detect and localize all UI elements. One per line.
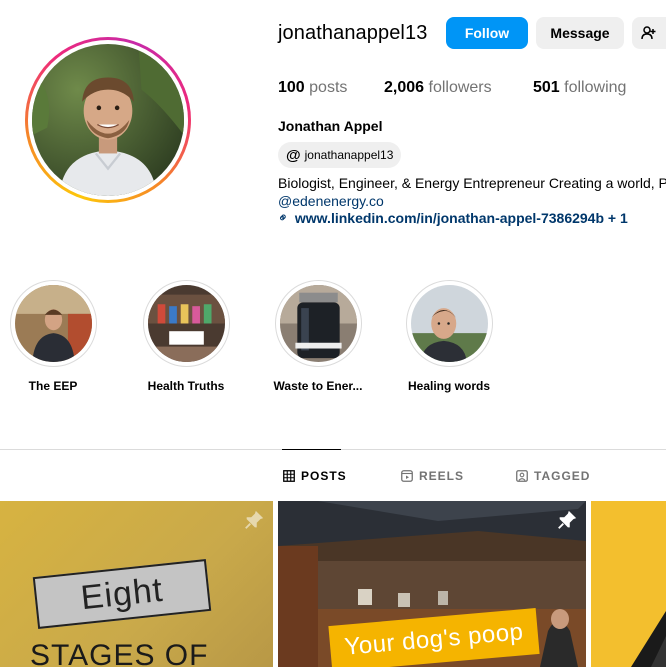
profile-bio: Biologist, Engineer, & Energy Entreprene…	[278, 175, 666, 191]
threads-badge[interactable]: @ jonathanappel13	[278, 142, 402, 168]
bio-mention-link[interactable]: @edenenergy.co	[278, 193, 384, 209]
avatar-photo	[32, 44, 184, 196]
tab-posts-label: POSTS	[301, 469, 347, 483]
post-tile[interactable]: Your dog's poop	[278, 501, 586, 667]
suggest-users-button[interactable]	[632, 17, 666, 49]
followers-link[interactable]: 2,006 followers	[384, 79, 492, 97]
reels-icon	[401, 470, 413, 482]
highlight-the-eep[interactable]: The EEP	[8, 280, 98, 393]
post-subtitle-text: STAGES OF	[30, 639, 209, 667]
highlight-cover	[279, 285, 357, 362]
highlight-label: The EEP	[28, 379, 78, 393]
message-button[interactable]: Message	[536, 17, 624, 49]
tagged-icon	[516, 470, 528, 482]
profile-full-name: Jonathan Appel	[278, 118, 383, 134]
active-tab-indicator	[282, 449, 341, 450]
highlight-cover	[147, 285, 225, 362]
following-link[interactable]: 501 following	[533, 79, 626, 97]
threads-handle: jonathanappel13	[304, 148, 394, 162]
link-icon: ⚭	[273, 208, 293, 227]
profile-username: jonathanappel13	[278, 22, 428, 44]
highlight-health-truths[interactable]: Health Truths	[141, 280, 231, 393]
highlight-label: Waste to Ener...	[273, 379, 363, 393]
post-tile[interactable]: Eight STAGES OF	[0, 501, 273, 667]
tab-reels-label: REELS	[419, 469, 465, 483]
external-link[interactable]: ⚭ www.linkedin.com/in/jonathan-appel-738…	[274, 208, 628, 226]
tab-tagged[interactable]: TAGGED	[516, 469, 590, 483]
highlight-cover	[410, 285, 488, 362]
post-tile[interactable]	[591, 501, 666, 667]
profile-avatar[interactable]	[25, 37, 191, 203]
highlight-label: Health Truths	[147, 379, 225, 393]
pin-icon	[558, 510, 577, 529]
post-title-box: Eight	[32, 559, 212, 629]
post-image	[591, 501, 666, 667]
highlight-cover	[14, 285, 92, 362]
highlight-waste-to-energy[interactable]: Waste to Ener...	[273, 280, 363, 393]
post-caption-text: Your dog's poop	[343, 618, 525, 661]
tab-tagged-label: TAGGED	[534, 469, 591, 483]
person-plus-icon	[641, 26, 656, 40]
tab-reels[interactable]: REELS	[401, 469, 464, 483]
external-link-text: www.linkedin.com/in/jonathan-appel-73862…	[294, 210, 628, 226]
tab-posts[interactable]: POSTS	[283, 469, 347, 483]
pin-icon	[245, 510, 264, 529]
posts-count: 100 posts	[278, 79, 348, 96]
grid-icon	[283, 470, 295, 482]
highlight-label: Healing words	[407, 379, 490, 393]
threads-icon: @	[286, 146, 301, 164]
post-title-text: Eight	[78, 570, 165, 617]
highlight-healing-words[interactable]: Healing words	[404, 280, 494, 393]
follow-button[interactable]: Follow	[446, 17, 528, 49]
